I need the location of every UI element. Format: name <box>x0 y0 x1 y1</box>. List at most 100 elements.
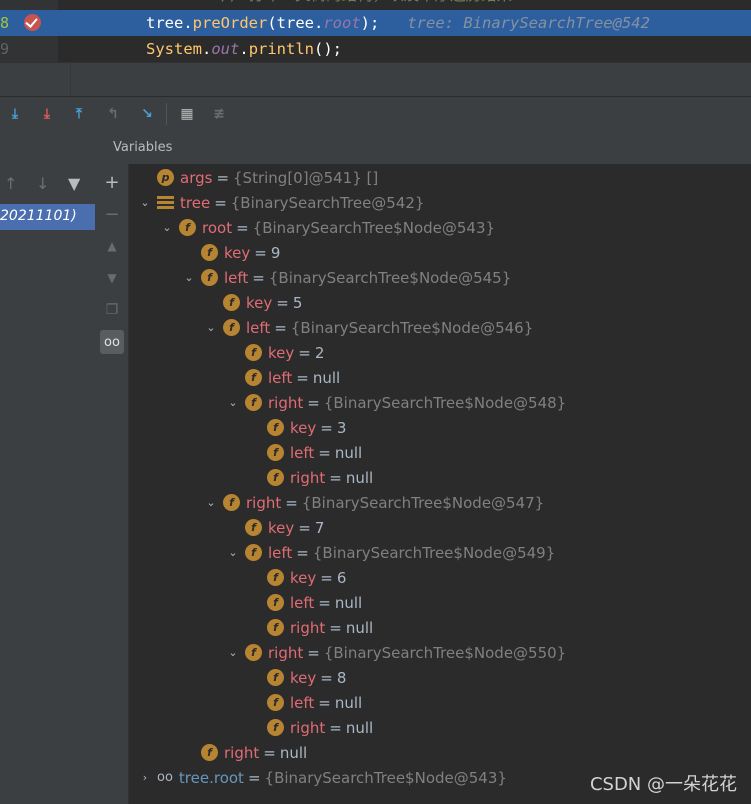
variable-name: key <box>224 243 251 262</box>
collapse-chevron-icon[interactable]: › <box>137 771 153 784</box>
variable-name: left <box>290 693 315 712</box>
variables-header: Variables <box>96 132 751 164</box>
breakpoint-hit-icon[interactable] <box>24 14 41 31</box>
expand-chevron-icon[interactable]: ⌄ <box>203 321 219 334</box>
step-into-icon[interactable]: ⤓ <box>36 103 58 125</box>
variable-row[interactable]: f left = null <box>225 365 340 390</box>
variable-name: args <box>180 168 213 187</box>
trace-icon[interactable]: ≢ <box>208 103 230 125</box>
code-token: System <box>146 40 202 58</box>
filter-icon[interactable]: ▼ <box>68 174 80 193</box>
frame-list-item-selected[interactable]: 20211101) <box>0 204 95 230</box>
variable-row[interactable]: p args = {String[0]@541} [] <box>137 165 378 190</box>
watches-glasses-icon[interactable]: oo <box>100 330 124 354</box>
variables-title: Variables <box>113 140 173 155</box>
local-variable-icon <box>157 194 174 211</box>
equals-sign: = <box>307 643 320 662</box>
expand-chevron-icon[interactable]: ⌄ <box>159 221 175 234</box>
variable-row[interactable]: f key = 8 <box>247 665 346 690</box>
variable-row[interactable]: ⌄ f right = {BinarySearchTree$Node@548} <box>225 390 566 415</box>
variable-value: {BinarySearchTree$Node@546} <box>290 318 534 337</box>
step-out-icon[interactable]: ⤒ <box>68 103 90 125</box>
variable-value: {BinarySearchTree$Node@545} <box>268 268 512 287</box>
variable-value: null <box>334 443 363 462</box>
field-icon: f <box>267 419 284 436</box>
variable-row[interactable]: ⌄ f left = {BinarySearchTree$Node@546} <box>203 315 533 340</box>
variable-value: null <box>334 593 363 612</box>
variable-value: null <box>345 468 374 487</box>
frames-panel: ↑ ↓ ▼ 20211101) <box>0 132 97 804</box>
variable-value: {String[0]@541} [] <box>233 168 379 187</box>
variable-row[interactable]: ⌄ f root = {BinarySearchTree$Node@543} <box>159 215 495 240</box>
variable-value: null <box>345 618 374 637</box>
expand-chevron-icon[interactable]: ⌄ <box>225 546 241 559</box>
duplicate-icon[interactable]: ❐ <box>100 298 124 322</box>
code-token: . <box>183 14 193 32</box>
variable-value: null <box>312 368 341 387</box>
parameter-icon: p <box>157 169 174 186</box>
variable-name: right <box>290 468 326 487</box>
code-line-current[interactable]: 8 tree.preOrder(tree.root); tree: Binary… <box>0 10 751 36</box>
variable-name: key <box>290 668 317 687</box>
arrow-up-icon[interactable]: ↑ <box>4 174 17 193</box>
variable-row[interactable]: f key = 3 <box>247 415 346 440</box>
variable-row[interactable]: f right = null <box>247 465 373 490</box>
variable-name: tree.root <box>178 768 244 787</box>
variable-value: {BinarySearchTree$Node@543} <box>252 218 496 237</box>
code-token: . <box>239 40 249 58</box>
variable-row[interactable]: f right = null <box>181 740 307 765</box>
field-icon: f <box>201 744 218 761</box>
variable-row[interactable]: f right = null <box>247 715 373 740</box>
variable-row[interactable]: f left = null <box>247 690 362 715</box>
frames-toolbar: ↑ ↓ ▼ <box>0 172 96 200</box>
add-watch-icon[interactable]: + <box>100 170 124 194</box>
field-icon: f <box>267 444 284 461</box>
variable-row[interactable]: f key = 6 <box>247 565 346 590</box>
variable-row[interactable]: ⌄ f left = {BinarySearchTree$Node@545} <box>181 265 511 290</box>
variable-row[interactable]: f left = null <box>247 590 362 615</box>
equals-sign: = <box>307 393 320 412</box>
drop-frame-icon[interactable]: ↰ <box>102 103 124 125</box>
equals-sign: = <box>276 293 289 312</box>
code-token: . <box>314 14 324 32</box>
watermark: CSDN @一朵花花 <box>589 774 737 795</box>
variable-row[interactable]: f left = null <box>247 440 362 465</box>
variable-row[interactable]: f right = null <box>247 615 373 640</box>
equals-sign: = <box>296 543 309 562</box>
equals-sign: = <box>320 418 333 437</box>
equals-sign: = <box>285 493 298 512</box>
variable-row[interactable]: ⌄ tree = {BinarySearchTree@542} <box>137 190 424 215</box>
arrow-down-icon[interactable]: ↓ <box>36 174 49 193</box>
move-up-icon[interactable]: ▲ <box>100 234 124 258</box>
run-to-cursor-icon[interactable]: ↘ <box>136 103 158 125</box>
code-token: tree <box>276 14 314 32</box>
variable-row[interactable]: ⌄ f right = {BinarySearchTree$Node@550} <box>225 640 566 665</box>
debugger-toolbar: ⤓ ⤓ ⤒ ↰ ↘ ▦ ≢ <box>0 96 751 133</box>
equals-sign: = <box>247 768 261 787</box>
variable-row[interactable]: f key = 7 <box>225 515 324 540</box>
step-over-icon[interactable]: ⤓ <box>4 103 26 125</box>
expand-chevron-icon[interactable]: ⌄ <box>225 396 241 409</box>
variable-value: 3 <box>336 418 347 437</box>
expand-chevron-icon[interactable]: ⌄ <box>137 196 153 209</box>
variable-row[interactable]: ⌄ f left = {BinarySearchTree$Node@549} <box>225 540 555 565</box>
variable-name: right <box>246 493 282 512</box>
variable-row[interactable]: ⌄ f right = {BinarySearchTree$Node@547} <box>203 490 544 515</box>
expand-chevron-icon[interactable]: ⌄ <box>203 496 219 509</box>
code-token-field: out <box>211 40 240 58</box>
expand-chevron-icon[interactable]: ⌄ <box>181 271 197 284</box>
panel-separator <box>0 62 751 97</box>
code-line-comment: // 打印二叉树的结构，以及中序遍历结果 <box>0 0 751 8</box>
inline-debug-hint: tree: BinarySearchTree@542 <box>379 14 650 32</box>
expand-chevron-icon[interactable]: ⌄ <box>225 646 241 659</box>
remove-watch-icon[interactable]: − <box>100 202 124 226</box>
variable-row[interactable]: f key = 9 <box>181 240 280 265</box>
variable-row[interactable]: › oo tree.root = {BinarySearchTree$Node@543} <box>137 765 507 790</box>
variable-row[interactable]: f key = 2 <box>225 340 324 365</box>
code-token-field: root <box>323 14 361 32</box>
variable-name: key <box>268 343 295 362</box>
variable-row[interactable]: f key = 5 <box>203 290 302 315</box>
variable-value: 5 <box>292 293 303 312</box>
move-down-icon[interactable]: ▼ <box>100 266 124 290</box>
evaluate-expression-icon[interactable]: ▦ <box>176 103 198 125</box>
